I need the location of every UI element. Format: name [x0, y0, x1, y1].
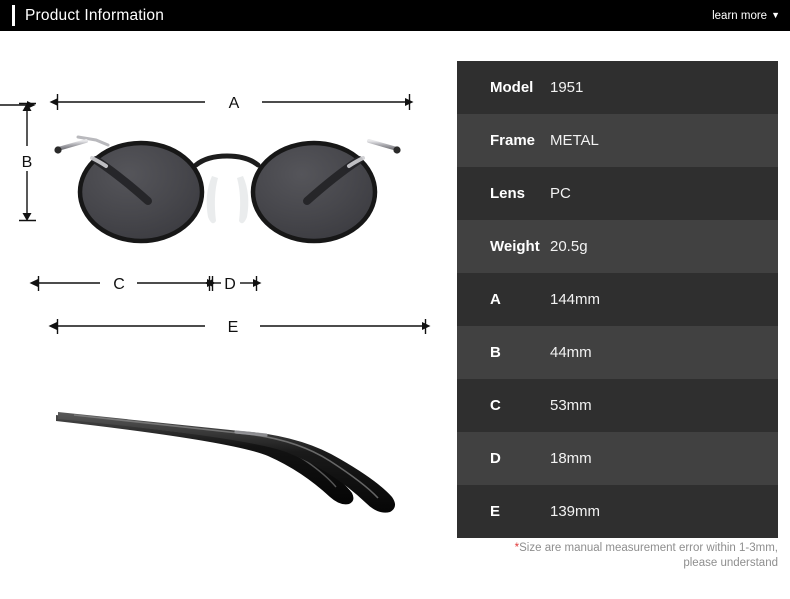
spec-label: Frame — [490, 132, 536, 149]
spec-label: Lens — [490, 185, 526, 202]
spec-value: 144mm — [550, 291, 601, 308]
spec-value: 44mm — [550, 344, 592, 361]
table-row: Model 1951 — [457, 61, 778, 114]
sunglasses-front-view — [54, 135, 401, 244]
dimension-diagram: A B C D E — [0, 94, 431, 513]
dimension-b-label: B — [22, 154, 33, 171]
page-title: Product Information — [25, 6, 165, 24]
measurement-note: *Size are manual measurement error withi… — [457, 541, 778, 571]
table-row: Weight 20.5g — [457, 220, 778, 273]
note-line-2: please understand — [683, 557, 778, 569]
spec-label: D — [490, 450, 501, 467]
spec-label: Weight — [490, 238, 540, 255]
spec-value: 18mm — [550, 450, 592, 467]
learn-more-label: learn more — [712, 9, 768, 22]
chevron-down-icon: ▼ — [771, 10, 780, 20]
spec-value: PC — [550, 185, 571, 202]
note-line-1: Size are manual measurement error within… — [519, 542, 778, 554]
spec-label: B — [490, 344, 501, 361]
table-row: B 44mm — [457, 326, 778, 379]
table-row: Frame METAL — [457, 114, 778, 167]
sunglasses-temple-side-view — [56, 412, 396, 513]
spec-value: METAL — [550, 132, 599, 149]
dimension-e — [48, 319, 431, 334]
spec-value: 1951 — [550, 79, 584, 96]
header-bar: Product Information learn more ▼ — [0, 0, 790, 31]
spec-label: E — [490, 503, 501, 520]
dimension-a-label: A — [229, 95, 240, 112]
spec-label: C — [490, 397, 501, 414]
table-row: D 18mm — [457, 432, 778, 485]
header-accent-bar — [12, 5, 15, 26]
table-row: C 53mm — [457, 379, 778, 432]
table-row: E 139mm — [457, 485, 778, 538]
spec-value: 20.5g — [550, 238, 588, 255]
spec-value: 139mm — [550, 503, 601, 520]
dimension-c-label: C — [113, 276, 125, 293]
table-row: Lens PC — [457, 167, 778, 220]
table-row: A 144mm — [457, 273, 778, 326]
spec-label: A — [490, 291, 501, 308]
dimension-e-label: E — [228, 319, 239, 336]
spec-value: 53mm — [550, 397, 592, 414]
learn-more-button[interactable]: learn more ▼ — [712, 10, 780, 22]
spec-table: Model 1951 Frame METAL Lens PC Weight 20… — [457, 61, 778, 538]
dimension-d-label: D — [224, 276, 236, 293]
product-diagram-area: A B C D E — [0, 31, 455, 599]
spec-label: Model — [490, 79, 534, 96]
